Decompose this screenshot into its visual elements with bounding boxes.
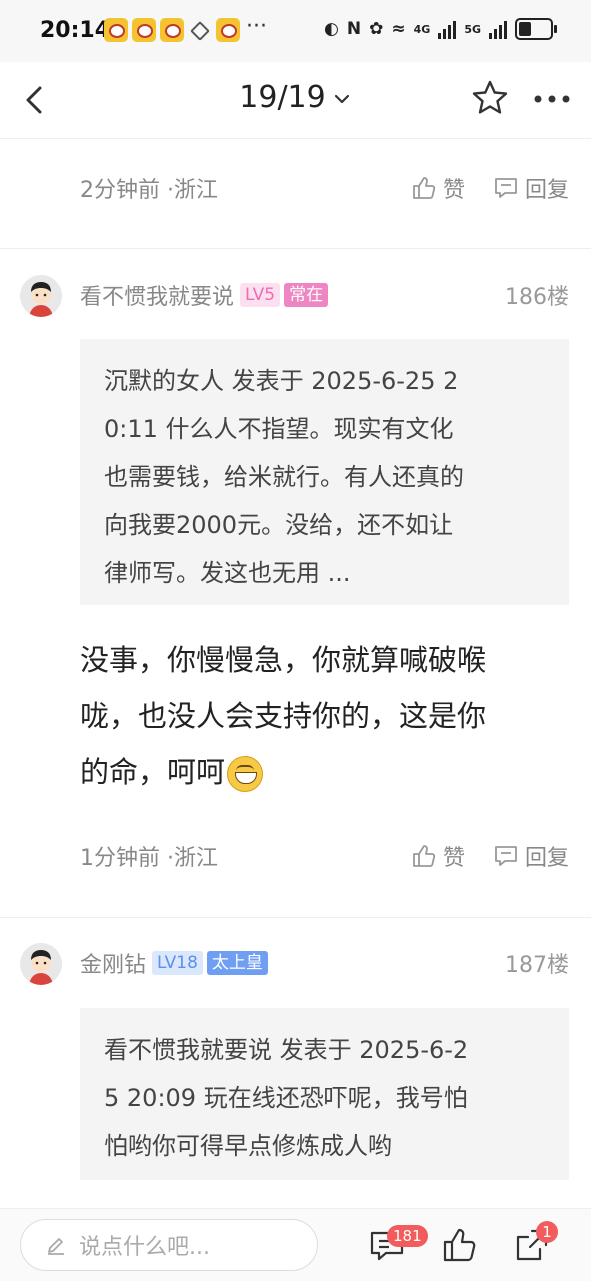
nfc-icon: N bbox=[346, 19, 362, 39]
thumbs-up-icon bbox=[443, 1228, 476, 1262]
member-tag-badge: 常在 bbox=[284, 283, 329, 307]
like-button[interactable]: 赞 bbox=[411, 840, 465, 872]
thread-header: 19/19 bbox=[0, 62, 591, 139]
quote-line: 看不惯我就要说 发表于 2025-6-2 bbox=[104, 1036, 469, 1064]
reply-button[interactable]: 回复 bbox=[493, 840, 569, 872]
avatar-boy-icon bbox=[20, 943, 62, 985]
weibo-notification-icon bbox=[216, 18, 240, 42]
favorite-button[interactable] bbox=[470, 78, 510, 118]
weibo-notification-icon bbox=[104, 18, 128, 42]
status-time: 20:14 bbox=[40, 18, 111, 43]
quote-line: 5 20:09 玩在线还恐吓呢，我号怕 bbox=[104, 1084, 468, 1112]
comment-input[interactable]: 说点什么吧... bbox=[20, 1219, 318, 1271]
notification-icons bbox=[104, 18, 240, 42]
post-author-row: 金刚钻 LV18 太上皇 187楼 bbox=[80, 943, 569, 983]
grin-emoji-icon bbox=[227, 756, 264, 792]
username[interactable]: 看不惯我就要说 bbox=[80, 279, 234, 311]
thumbs-up-icon bbox=[413, 177, 436, 199]
weibo-notification-icon bbox=[160, 18, 184, 42]
quote-line: 也需要钱，给米就行。有人还真的 bbox=[104, 463, 464, 491]
username[interactable]: 金刚钻 bbox=[80, 947, 146, 979]
more-notifications-icon: ··· bbox=[246, 14, 267, 39]
post-body: 没事，你慢慢急，你就算喊破喉 咙，也没人会支持你的，这是你 的命，呵呵 bbox=[80, 632, 550, 800]
body-last-line: 的命，呵呵 bbox=[80, 744, 550, 800]
reply-button[interactable]: 回复 bbox=[493, 172, 569, 204]
chevron-down-icon bbox=[334, 94, 349, 103]
star-icon bbox=[472, 80, 508, 114]
avatar[interactable] bbox=[20, 275, 62, 317]
thumbs-up-icon bbox=[413, 845, 436, 867]
quote-line: 律师写。发这也无用 ... bbox=[104, 559, 351, 587]
reply-label: 回复 bbox=[524, 846, 569, 871]
share-count-badge: 1 bbox=[536, 1221, 558, 1243]
body-line: 咙，也没人会支持你的，这是你 bbox=[80, 699, 487, 733]
divider bbox=[0, 917, 591, 918]
like-label: 赞 bbox=[442, 846, 465, 871]
reply-label: 回复 bbox=[524, 178, 569, 203]
page-indicator-text: 19/19 bbox=[239, 80, 326, 115]
network-4g-label: 4G bbox=[413, 22, 431, 36]
quote-line: 0:11 什么人不指望。现实有文化 bbox=[104, 415, 454, 443]
bottom-action-bar: 说点什么吧... 181 1 bbox=[0, 1208, 591, 1281]
battery-icon bbox=[515, 18, 557, 40]
wifi-icon: ≈ bbox=[391, 19, 406, 39]
body-line: 的命，呵呵 bbox=[80, 755, 226, 789]
comment-icon bbox=[495, 178, 517, 198]
comment-input-placeholder: 说点什么吧... bbox=[79, 1235, 210, 1260]
prev-post-footer: 2分钟前 ·浙江 赞 回复 bbox=[80, 170, 569, 206]
avatar[interactable] bbox=[20, 943, 62, 985]
quote-line: 向我要2000元。没给，还不如让 bbox=[104, 511, 454, 539]
comment-count-badge: 181 bbox=[387, 1225, 428, 1247]
app-notification-icon bbox=[188, 18, 212, 42]
quote-line: 怕哟你可得早点修炼成人哟 bbox=[104, 1132, 392, 1160]
network-5g-label: 5G bbox=[464, 22, 481, 36]
post-time-location: 2分钟前 ·浙江 bbox=[80, 178, 218, 203]
quote-line: 沉默的女人 发表于 2025-6-25 2 bbox=[104, 367, 459, 395]
quoted-reply[interactable]: 沉默的女人 发表于 2025-6-25 2 0:11 什么人不指望。现实有文化 … bbox=[80, 339, 569, 605]
more-dots-icon bbox=[534, 95, 570, 103]
more-options-button[interactable] bbox=[530, 84, 574, 114]
quoted-reply[interactable]: 看不惯我就要说 发表于 2025-6-2 5 20:09 玩在线还恐吓呢，我号怕… bbox=[80, 1008, 569, 1180]
post-footer: 1分钟前 ·浙江 赞 回复 bbox=[80, 838, 569, 874]
pencil-icon bbox=[48, 1238, 64, 1255]
bluetooth-icon: ✿ bbox=[369, 19, 384, 39]
comment-icon bbox=[495, 846, 517, 866]
level-badge: LV18 bbox=[152, 951, 203, 975]
body-line: 没事，你慢慢急，你就算喊破喉 bbox=[80, 643, 487, 677]
avatar-boy-icon bbox=[20, 275, 62, 317]
post-time-location: 1分钟前 ·浙江 bbox=[80, 846, 218, 871]
post-author-row: 看不惯我就要说 LV5 常在 186楼 bbox=[80, 275, 569, 315]
member-tag-badge: 太上皇 bbox=[206, 951, 268, 975]
level-badge: LV5 bbox=[240, 283, 281, 307]
volte-icon: ◐ bbox=[324, 19, 339, 39]
like-button[interactable]: 赞 bbox=[411, 172, 465, 204]
like-thread-button[interactable] bbox=[440, 1225, 480, 1265]
status-bar: 20:14 ··· ◐ N ✿ ≈ 4G 5G bbox=[0, 0, 591, 62]
floor-number: 186楼 bbox=[505, 285, 569, 310]
like-label: 赞 bbox=[442, 178, 465, 203]
signal-icon bbox=[438, 19, 457, 39]
signal-icon bbox=[489, 19, 507, 39]
weibo-notification-icon bbox=[132, 18, 156, 42]
divider bbox=[0, 248, 591, 249]
system-icons: ◐ N ✿ ≈ 4G 5G bbox=[324, 18, 557, 40]
floor-number: 187楼 bbox=[505, 953, 569, 978]
